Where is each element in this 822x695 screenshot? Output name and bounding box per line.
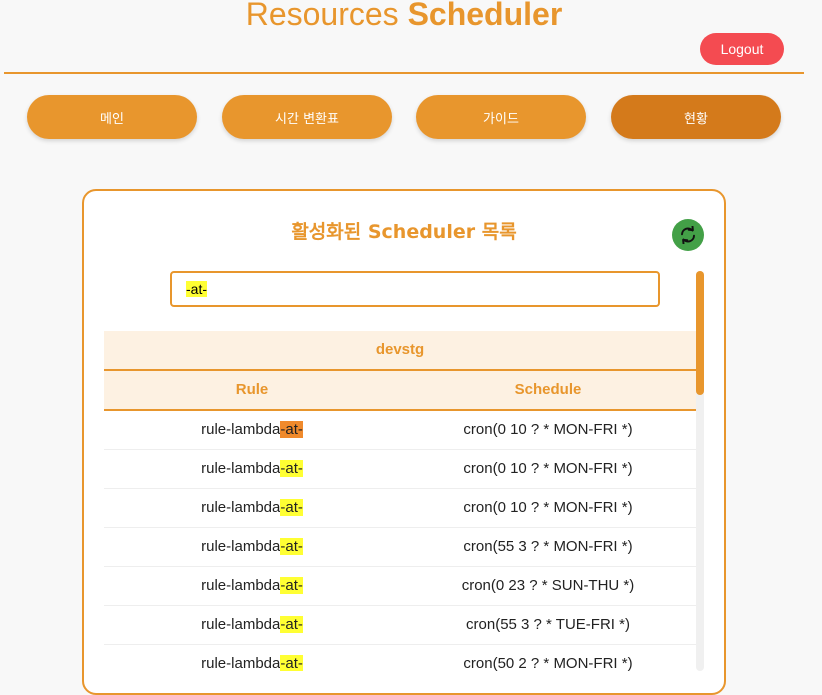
rule-cell: rule-lambda-at- bbox=[104, 489, 400, 527]
column-header-rule: Rule bbox=[235, 381, 269, 398]
scrollbar-thumb[interactable] bbox=[696, 271, 704, 395]
table-row[interactable]: rule-lambda-at- cron(50 2 ? * MON-FRI *) bbox=[104, 645, 696, 671]
rule-cell: rule-lambda-at- bbox=[104, 645, 400, 671]
rule-match-highlight: -at- bbox=[280, 460, 303, 477]
rule-match-highlight: -at- bbox=[280, 616, 303, 633]
schedule-cell: cron(55 3 ? * TUE-FRI *) bbox=[466, 616, 630, 633]
rule-name: rule-lambda bbox=[201, 538, 281, 555]
rule-name: rule-lambda bbox=[201, 655, 281, 671]
table-scrollbar[interactable] bbox=[696, 271, 704, 671]
schedule-cell: cron(50 2 ? * MON-FRI *) bbox=[463, 655, 633, 671]
nav-time-table-button[interactable]: 시간 변환표 bbox=[222, 95, 392, 139]
table-row[interactable]: rule-lambda-at- cron(55 3 ? * MON-FRI *) bbox=[104, 528, 696, 567]
page-title: Resources Scheduler bbox=[0, 0, 808, 33]
table-header: Rule Schedule bbox=[104, 371, 696, 411]
scheduler-table: devstg Rule Schedule rule-lambda-at- cro… bbox=[104, 331, 696, 671]
rule-name: rule-lambda bbox=[201, 421, 281, 438]
search-input[interactable]: -at- bbox=[170, 271, 660, 307]
rule-cell: rule-lambda-at- bbox=[104, 411, 400, 449]
column-header-schedule: Schedule bbox=[514, 381, 582, 398]
schedule-cell: cron(0 23 ? * SUN-THU *) bbox=[461, 577, 635, 594]
nav-main-button[interactable]: 메인 bbox=[27, 95, 197, 139]
rule-match-highlight: -at- bbox=[280, 655, 303, 671]
logout-button[interactable]: Logout bbox=[700, 33, 784, 65]
scheduler-list-panel: 활성화된 Scheduler 목록 -at- devstg Rule Sched… bbox=[82, 189, 726, 695]
panel-title: 활성화된 Scheduler 목록 bbox=[291, 221, 517, 243]
header-divider bbox=[4, 72, 804, 74]
table-row[interactable]: rule-lambda-at- cron(55 3 ? * TUE-FRI *) bbox=[104, 606, 696, 645]
schedule-cell: cron(0 10 ? * MON-FRI *) bbox=[463, 460, 633, 477]
table-row[interactable]: rule-lambda-at- cron(0 10 ? * MON-FRI *) bbox=[104, 489, 696, 528]
table-row[interactable]: rule-lambda-at- cron(0 23 ? * SUN-THU *) bbox=[104, 567, 696, 606]
rule-name: rule-lambda bbox=[201, 499, 281, 516]
rule-name: rule-lambda bbox=[201, 460, 281, 477]
group-header: devstg bbox=[104, 331, 696, 371]
rule-match-highlight: -at- bbox=[280, 421, 303, 438]
nav-status-button[interactable]: 현황 bbox=[611, 95, 781, 139]
title-prefix: Resources bbox=[245, 0, 399, 32]
table-row[interactable]: rule-lambda-at- cron(0 10 ? * MON-FRI *) bbox=[104, 411, 696, 450]
table-row[interactable]: rule-lambda-at- cron(0 10 ? * MON-FRI *) bbox=[104, 450, 696, 489]
nav-guide-button[interactable]: 가이드 bbox=[416, 95, 586, 139]
rule-cell: rule-lambda-at- bbox=[104, 450, 400, 488]
rule-cell: rule-lambda-at- bbox=[104, 528, 400, 566]
rule-match-highlight: -at- bbox=[280, 538, 303, 555]
schedule-cell: cron(0 10 ? * MON-FRI *) bbox=[463, 499, 633, 516]
rule-name: rule-lambda bbox=[201, 577, 281, 594]
title-bold: Scheduler bbox=[407, 0, 563, 32]
rule-match-highlight: -at- bbox=[280, 577, 303, 594]
rule-cell: rule-lambda-at- bbox=[104, 567, 400, 605]
schedule-cell: cron(0 10 ? * MON-FRI *) bbox=[463, 421, 633, 438]
rule-match-highlight: -at- bbox=[280, 499, 303, 516]
refresh-button[interactable] bbox=[672, 219, 704, 251]
rule-cell: rule-lambda-at- bbox=[104, 606, 400, 644]
rule-name: rule-lambda bbox=[201, 616, 281, 633]
schedule-cell: cron(55 3 ? * MON-FRI *) bbox=[463, 538, 633, 555]
refresh-icon bbox=[681, 226, 695, 244]
search-value: -at- bbox=[186, 281, 207, 297]
